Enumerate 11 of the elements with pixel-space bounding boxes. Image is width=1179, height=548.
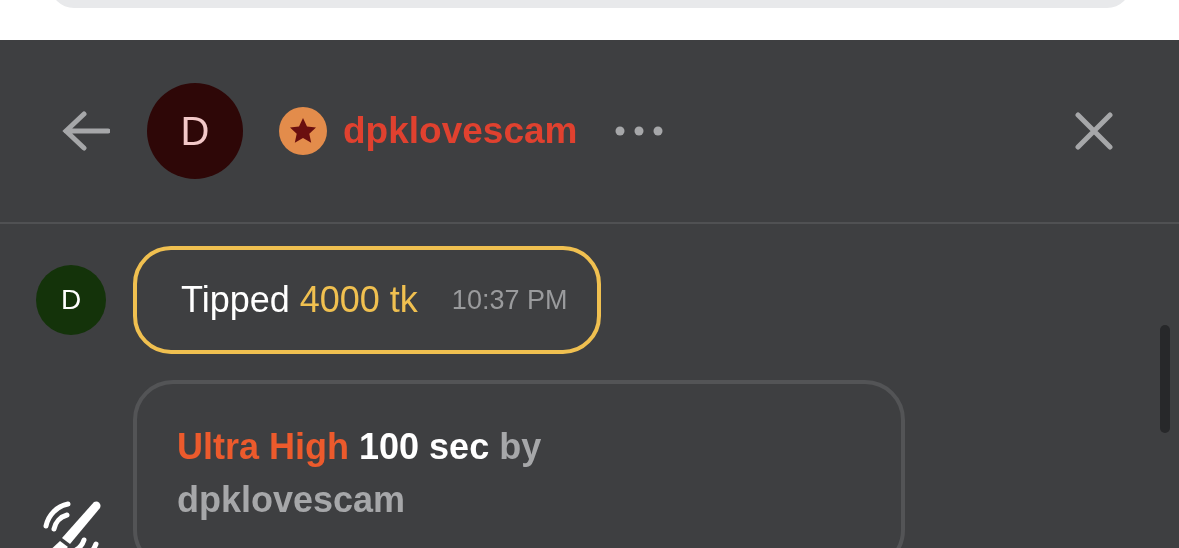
scrollbar[interactable] (1160, 325, 1170, 433)
tip-text: Tipped 4000 tk (181, 279, 418, 321)
close-button[interactable] (1075, 112, 1113, 150)
back-arrow-icon (62, 111, 110, 151)
sender-avatar: D (36, 265, 106, 335)
vibe-text: Ultra High 100 sec by dpklovescam (177, 425, 543, 522)
message-time: 10:37 PM (451, 284, 568, 316)
star-badge-icon (279, 107, 327, 155)
user-avatar[interactable]: D (147, 83, 243, 179)
close-icon (1075, 112, 1113, 150)
back-button[interactable] (62, 111, 110, 151)
